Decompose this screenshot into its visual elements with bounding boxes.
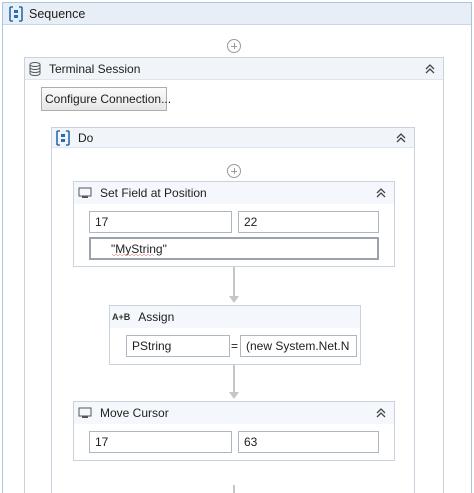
set-field-header[interactable]: Set Field at Position — [74, 182, 394, 204]
assign-to-field[interactable]: PString — [126, 335, 230, 357]
collapse-icon[interactable] — [374, 406, 388, 420]
collapse-icon[interactable] — [374, 186, 388, 200]
configure-connection-button[interactable]: Configure Connection... — [41, 87, 171, 111]
assign-expression-field[interactable]: (new System.Net.N — [240, 335, 357, 357]
assign-icon: A+B — [112, 312, 131, 322]
column-field[interactable]: 22 — [238, 211, 379, 233]
connector-line — [233, 267, 235, 297]
assign-header[interactable]: A+B Assign — [110, 306, 360, 328]
sequence-icon — [9, 5, 23, 22]
terminal-session-title: Terminal Session — [49, 61, 141, 76]
do-header[interactable]: Do — [52, 128, 414, 148]
add-activity-icon[interactable] — [227, 164, 241, 178]
collapse-icon[interactable] — [394, 131, 408, 145]
row-field[interactable]: 17 — [89, 211, 232, 233]
set-field-title: Set Field at Position — [100, 186, 207, 200]
collapse-icon[interactable] — [423, 62, 437, 76]
assign-operator: = — [231, 339, 239, 353]
sequence-title: Sequence — [29, 6, 86, 21]
terminal-session-header[interactable]: Terminal Session — [25, 58, 443, 80]
terminal-icon — [78, 187, 92, 199]
move-cursor-header[interactable]: Move Cursor — [74, 402, 394, 424]
row-field[interactable]: 17 — [89, 431, 232, 453]
assign-title: Assign — [138, 310, 175, 324]
sequence-icon — [56, 129, 70, 146]
column-field[interactable]: 63 — [238, 431, 379, 453]
do-title: Do — [78, 130, 94, 145]
spellcheck-underline — [112, 254, 154, 257]
database-icon — [29, 61, 41, 76]
connector-line — [233, 485, 235, 493]
connector-arrow — [229, 392, 239, 399]
sequence-header[interactable]: Sequence — [3, 3, 471, 25]
terminal-icon — [78, 407, 92, 419]
connector-line — [233, 365, 235, 393]
connector-arrow — [229, 296, 239, 303]
move-cursor-title: Move Cursor — [100, 406, 169, 420]
add-activity-icon[interactable] — [227, 39, 241, 53]
